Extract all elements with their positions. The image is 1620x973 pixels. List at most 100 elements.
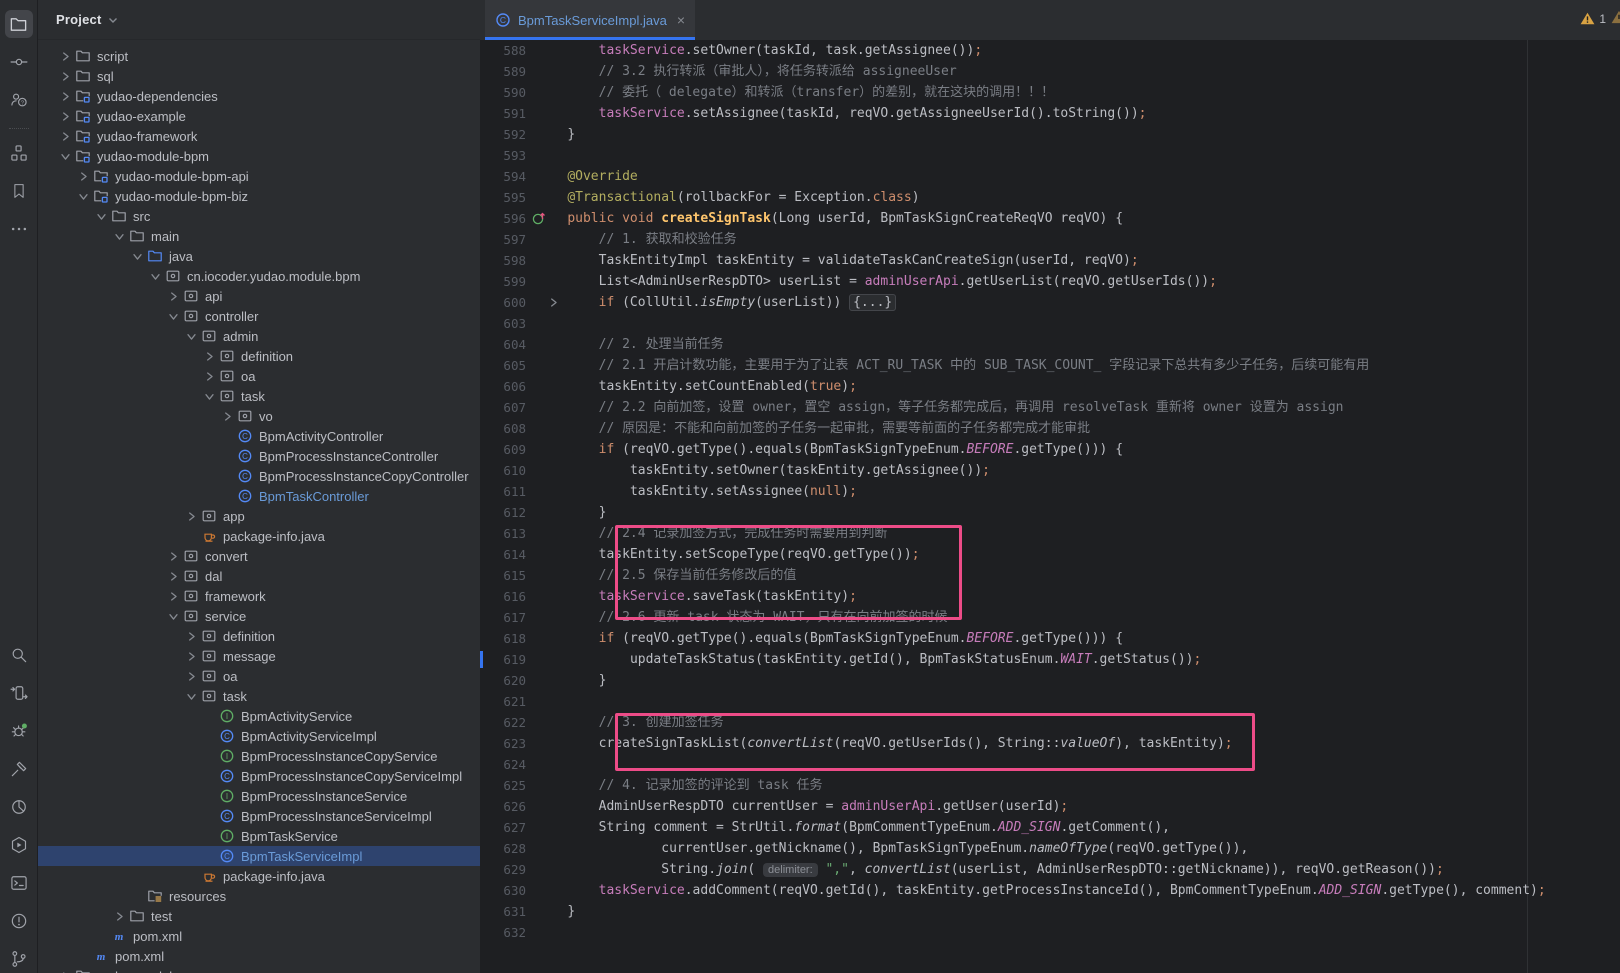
chevron-collapsed-icon[interactable] <box>182 627 200 645</box>
line-number[interactable]: 622 <box>480 712 526 733</box>
code-line[interactable]: 599List<AdminUserRespDTO> userList = adm… <box>480 271 1620 292</box>
build-icon[interactable] <box>5 755 33 783</box>
git-icon[interactable] <box>5 945 33 973</box>
code-line[interactable]: 591taskService.setAssignee(taskId, reqVO… <box>480 103 1620 124</box>
tree-row[interactable]: cn.iocoder.yudao.module.bpm <box>38 266 480 286</box>
code-line[interactable]: 621 <box>480 691 1620 712</box>
chevron-collapsed-icon[interactable] <box>164 287 182 305</box>
tree-row[interactable]: CBpmTaskController <box>38 486 480 506</box>
chevron-expanded-icon[interactable] <box>110 227 128 245</box>
code-line[interactable]: 620} <box>480 670 1620 691</box>
line-number[interactable]: 609 <box>480 439 526 460</box>
line-number[interactable]: 628 <box>480 838 526 859</box>
chevron-collapsed-icon[interactable] <box>218 407 236 425</box>
chevron-collapsed-icon[interactable] <box>56 87 74 105</box>
tree-row[interactable]: script <box>38 46 480 66</box>
line-number[interactable]: 629 <box>480 859 526 880</box>
line-number[interactable]: 632 <box>480 922 526 943</box>
code-line[interactable]: 612} <box>480 502 1620 523</box>
chevron-collapsed-icon[interactable] <box>164 587 182 605</box>
line-number[interactable]: 607 <box>480 397 526 418</box>
line-number[interactable]: 626 <box>480 796 526 817</box>
code-line[interactable]: 604// 2. 处理当前任务 <box>480 334 1620 355</box>
chevron-expanded-icon[interactable] <box>128 247 146 265</box>
code-line[interactable]: 595@Transactional(rollbackFor = Exceptio… <box>480 187 1620 208</box>
code-line[interactable]: 628currentUser.getNickname(), BpmTaskSig… <box>480 838 1620 859</box>
tree-row[interactable]: oa <box>38 366 480 386</box>
line-number[interactable]: 621 <box>480 691 526 712</box>
tree-row[interactable]: CBpmProcessInstanceCopyController <box>38 466 480 486</box>
tree-row[interactable]: task <box>38 386 480 406</box>
clipped-warning-icon[interactable] <box>1611 10 1620 29</box>
chevron-collapsed-icon[interactable] <box>182 507 200 525</box>
line-number[interactable]: 603 <box>480 313 526 334</box>
code-line[interactable]: 589// 3.2 执行转派（审批人），将任务转派给 assigneeUser <box>480 61 1620 82</box>
line-number[interactable]: 598 <box>480 250 526 271</box>
chevron-expanded-icon[interactable] <box>182 327 200 345</box>
chevron-expanded-icon[interactable] <box>146 267 164 285</box>
code-line[interactable]: 616taskService.saveTask(taskEntity); <box>480 586 1620 607</box>
tree-row[interactable]: framework <box>38 586 480 606</box>
line-number[interactable]: 625 <box>480 775 526 796</box>
tree-row[interactable]: definition <box>38 346 480 366</box>
tree-row[interactable]: yudao-module-crm <box>38 966 480 973</box>
tree-row[interactable]: package-info.java <box>38 866 480 886</box>
code-line[interactable]: 608// 原因是：不能和向前加签的子任务一起审批，需要等前面的子任务都完成才能… <box>480 418 1620 439</box>
code-line[interactable]: 611taskEntity.setAssignee(null); <box>480 481 1620 502</box>
code-line[interactable]: 592} <box>480 124 1620 145</box>
tree-row[interactable]: yudao-dependencies <box>38 86 480 106</box>
code-line[interactable]: 632 <box>480 922 1620 943</box>
line-number[interactable]: 608 <box>480 418 526 439</box>
line-number[interactable]: 624 <box>480 754 526 775</box>
tree-row[interactable]: service <box>38 606 480 626</box>
project-tree[interactable]: scriptsqlyudao-dependenciesyudao-example… <box>38 40 480 973</box>
services-icon[interactable] <box>5 831 33 859</box>
line-number[interactable]: 616 <box>480 586 526 607</box>
code-line[interactable]: 623createSignTaskList(convertList(reqVO.… <box>480 733 1620 754</box>
chevron-expanded-icon[interactable] <box>200 387 218 405</box>
structure-icon[interactable] <box>5 139 33 167</box>
code-line[interactable]: 615// 2.5 保存当前任务修改后的值 <box>480 565 1620 586</box>
tree-row[interactable]: test <box>38 906 480 926</box>
line-number[interactable]: 588 <box>480 40 526 61</box>
tree-row[interactable]: java <box>38 246 480 266</box>
code-line[interactable]: 619updateTaskStatus(taskEntity.getId(), … <box>480 649 1620 670</box>
tree-row[interactable]: admin <box>38 326 480 346</box>
code-line[interactable]: 614taskEntity.setScopeType(reqVO.getType… <box>480 544 1620 565</box>
chevron-expanded-icon[interactable] <box>92 207 110 225</box>
line-number[interactable]: 623 <box>480 733 526 754</box>
line-number[interactable]: 611 <box>480 481 526 502</box>
tree-row[interactable]: yudao-module-bpm-biz <box>38 186 480 206</box>
commit-icon[interactable] <box>5 48 33 76</box>
tab-close-icon[interactable]: × <box>677 13 685 27</box>
tree-row[interactable]: CBpmProcessInstanceServiceImpl <box>38 806 480 826</box>
line-number[interactable]: 630 <box>480 880 526 901</box>
code-line[interactable]: 631} <box>480 901 1620 922</box>
tree-row[interactable]: yudao-example <box>38 106 480 126</box>
code-line[interactable]: 598TaskEntityImpl taskEntity = validateT… <box>480 250 1620 271</box>
line-number[interactable]: 589 <box>480 61 526 82</box>
line-number[interactable]: 615 <box>480 565 526 586</box>
line-number[interactable]: 596 <box>480 208 526 229</box>
tree-row[interactable]: oa <box>38 666 480 686</box>
problems-icon[interactable] <box>5 907 33 935</box>
fold-collapsed-icon[interactable] <box>548 294 559 315</box>
line-number[interactable]: 595 <box>480 187 526 208</box>
code-line[interactable]: 596public void createSignTask(Long userI… <box>480 208 1620 229</box>
tree-row[interactable]: resources <box>38 886 480 906</box>
tree-row-selected[interactable]: CBpmTaskServiceImpl <box>38 846 480 866</box>
code-line[interactable]: 606taskEntity.setCountEnabled(true); <box>480 376 1620 397</box>
search-icon[interactable] <box>5 641 33 669</box>
code-line[interactable]: 625// 4. 记录加签的评论到 task 任务 <box>480 775 1620 796</box>
code-line[interactable]: 622// 3. 创建加签任务 <box>480 712 1620 733</box>
inout-icon[interactable] <box>5 679 33 707</box>
chevron-collapsed-icon[interactable] <box>200 367 218 385</box>
line-number[interactable]: 613 <box>480 523 526 544</box>
code-line[interactable]: 594@Override <box>480 166 1620 187</box>
code-line[interactable]: 629String.join( delimiter: ",", convertL… <box>480 859 1620 880</box>
code-line[interactable]: 630taskService.addComment(reqVO.getId(),… <box>480 880 1620 901</box>
chevron-expanded-icon[interactable] <box>56 147 74 165</box>
tree-row[interactable]: CBpmActivityController <box>38 426 480 446</box>
chevron-collapsed-icon[interactable] <box>56 67 74 85</box>
chevron-collapsed-icon[interactable] <box>182 647 200 665</box>
